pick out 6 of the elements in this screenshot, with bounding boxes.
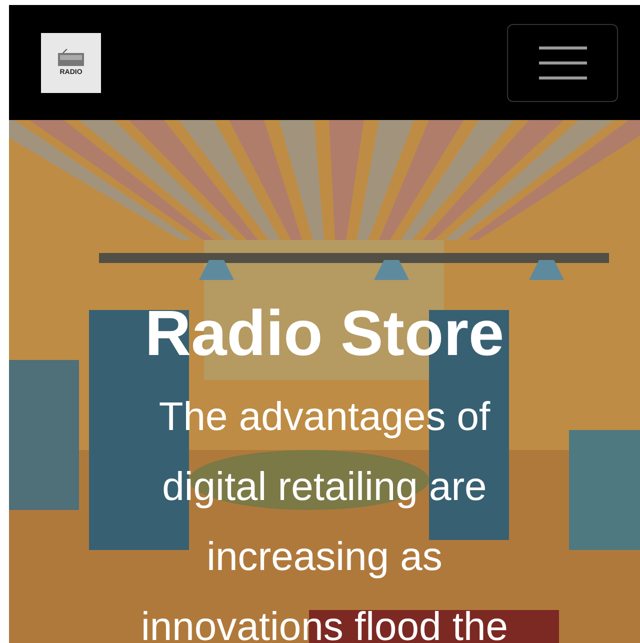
menu-icon	[538, 46, 586, 80]
hero-text: innovations flood the	[141, 604, 508, 643]
menu-button[interactable]	[507, 24, 618, 102]
radio-icon	[57, 49, 85, 67]
hero-text: digital retailing are	[162, 464, 487, 511]
hero-text: increasing as	[206, 534, 442, 581]
